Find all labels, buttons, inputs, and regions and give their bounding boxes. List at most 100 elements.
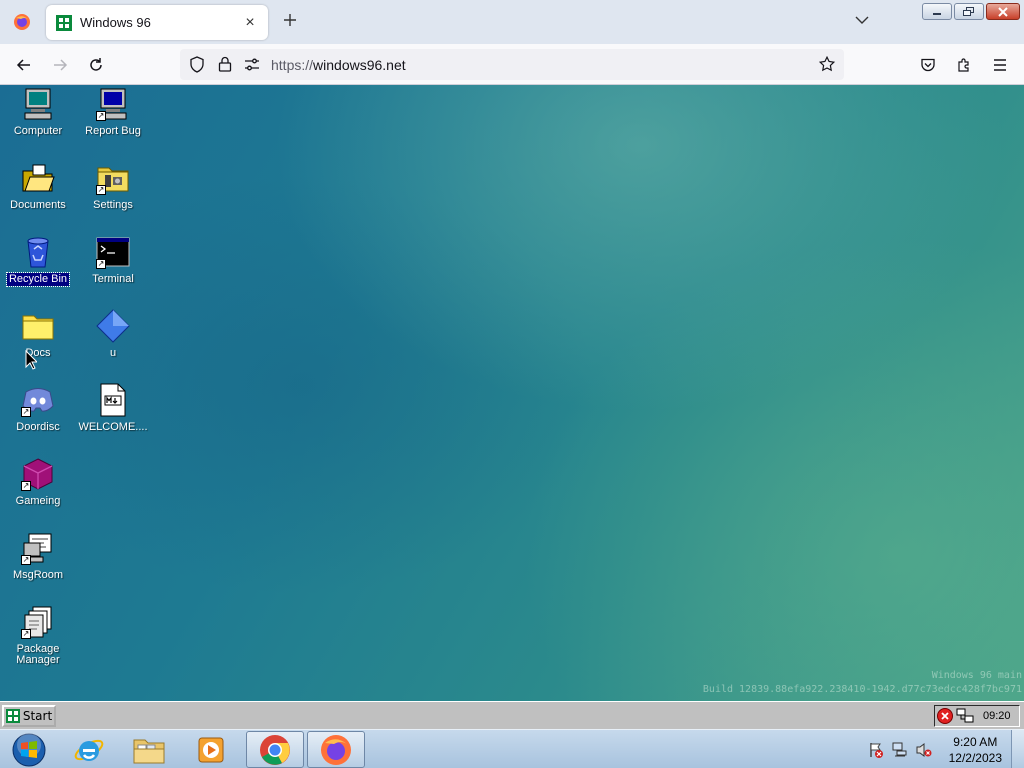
taskbar-chrome[interactable] [246, 731, 304, 768]
list-all-tabs-button[interactable] [855, 13, 873, 31]
clock-date: 12/2/2023 [948, 751, 1002, 765]
package-icon: ↗ [21, 605, 55, 639]
desktop-icon-label: Settings [93, 199, 133, 211]
restore-button[interactable] [954, 3, 984, 20]
desktop-icon-package-manager[interactable]: ↗ Package Manager [1, 605, 75, 667]
folder-icon [21, 309, 55, 343]
arrow-left-icon [16, 59, 30, 71]
reload-icon [90, 58, 102, 71]
tab-windows96[interactable]: Windows 96 × [46, 5, 268, 40]
discord-icon: ↗ [21, 383, 55, 417]
markdown-file-icon [96, 383, 130, 417]
desktop-icon-u[interactable]: u [76, 309, 150, 360]
minimize-button[interactable] [922, 3, 952, 20]
desktop-icon-welcome[interactable]: WELCOME.... [76, 383, 150, 434]
win96-taskbar: Start 09:20 [0, 701, 1024, 729]
computer-icon: ↗ [96, 87, 130, 121]
cube-icon: ↗ [21, 457, 55, 491]
build-info-line1: Windows 96 main [931, 670, 1022, 681]
desktop-icon-label: Recycle Bin [5, 272, 71, 287]
permissions-icon[interactable] [244, 58, 260, 71]
desktop-icon-label: Report Bug [85, 125, 141, 137]
recycle-bin-icon [21, 235, 55, 269]
extensions-button[interactable] [953, 54, 975, 76]
computer-icon [21, 87, 55, 121]
puzzle-icon [958, 58, 969, 72]
desktop-icon-docs[interactable]: Docs [1, 309, 75, 360]
terminal-icon: ↗ [96, 235, 130, 269]
start-label: Start [22, 709, 53, 723]
win96-desktop[interactable]: Computer Documents Recycle Bin Docs ↗ Do… [0, 85, 1024, 701]
arrow-right-icon [54, 59, 68, 71]
desktop-icon-report-bug[interactable]: ↗ Report Bug [76, 87, 150, 138]
desktop-icon-label: Gameing [15, 495, 61, 507]
start-button[interactable]: Start [2, 705, 56, 727]
windows-orb-icon [12, 732, 46, 766]
firefox-view-button[interactable] [0, 0, 44, 44]
windows96-logo-icon [5, 709, 20, 723]
close-icon[interactable]: × [242, 14, 258, 31]
pocket-button[interactable] [917, 54, 939, 76]
url-scheme: https:// [271, 57, 314, 73]
close-window-button[interactable] [986, 3, 1020, 20]
show-desktop-button[interactable] [1011, 730, 1024, 768]
desktop-icon-label: Computer [13, 125, 63, 137]
shield-icon[interactable] [189, 56, 205, 73]
forward-button[interactable] [49, 54, 71, 76]
windows7-notification-area: 9:20 AM 12/2/2023 [864, 730, 1024, 768]
desktop-icon-doordisc[interactable]: ↗ Doordisc [1, 383, 75, 434]
desktop-icon-terminal[interactable]: ↗ Terminal [76, 235, 150, 286]
error-icon[interactable] [937, 708, 953, 724]
desktop-icon-recycle-bin[interactable]: Recycle Bin [1, 235, 75, 287]
volume-muted-icon[interactable] [916, 742, 932, 758]
back-button[interactable] [13, 54, 35, 76]
file-explorer-icon [133, 739, 165, 763]
win96-clock[interactable]: 09:20 [983, 710, 1011, 722]
tab-title: Windows 96 [80, 15, 151, 30]
network-status-icon[interactable] [892, 742, 908, 758]
shortcut-arrow-icon: ↗ [21, 629, 31, 639]
plus-icon [284, 14, 296, 26]
new-tab-button[interactable] [280, 11, 300, 31]
desktop-icon-computer[interactable]: Computer [1, 87, 75, 138]
chrome-icon [260, 734, 290, 765]
taskbar-file-explorer[interactable] [120, 731, 178, 768]
desktop-icon-settings[interactable]: ↗ Settings [76, 161, 150, 212]
desktop-icon-msgroom[interactable]: ↗ MsgRoom [1, 531, 75, 582]
media-player-icon [198, 737, 224, 762]
close-icon [998, 6, 1008, 17]
window-controls [922, 3, 1020, 20]
star-icon[interactable] [819, 56, 835, 72]
win96-system-tray: 09:20 [934, 705, 1020, 727]
windows7-clock[interactable]: 9:20 AM 12/2/2023 [949, 734, 1002, 766]
restore-icon [963, 6, 974, 16]
desktop-icon-gameing[interactable]: ↗ Gameing [1, 457, 75, 508]
shortcut-arrow-icon: ↗ [96, 111, 106, 121]
browser-tab-strip: Windows 96 × [0, 0, 1024, 44]
network-icon[interactable] [956, 708, 974, 724]
desktop-icon-label: Package Manager [16, 643, 60, 666]
desktop-icon-label: Terminal [92, 273, 134, 285]
shortcut-arrow-icon: ↗ [96, 259, 106, 269]
reload-button[interactable] [85, 54, 107, 76]
desktop-icon-label: Doordisc [16, 421, 60, 433]
firefox-icon [321, 734, 351, 765]
windows-start-orb[interactable] [0, 731, 58, 768]
chat-computer-icon: ↗ [21, 531, 55, 565]
lock-icon[interactable] [218, 56, 232, 72]
taskbar-media-player[interactable] [182, 731, 240, 768]
desktop-icon-label: MsgRoom [12, 569, 64, 581]
app-menu-button[interactable] [989, 54, 1011, 76]
desktop-icon-label: WELCOME.... [78, 421, 148, 433]
address-bar[interactable]: https://windows96.net [180, 49, 844, 80]
build-info-line2: Build 12839.88efa922.238410-1942.d77c73e… [702, 684, 1022, 695]
url-text[interactable]: https://windows96.net [271, 57, 406, 73]
taskbar-internet-explorer[interactable] [60, 731, 118, 768]
action-center-flag-icon[interactable] [868, 742, 884, 758]
desktop-icon-label: u [109, 347, 117, 359]
chevron-down-icon [855, 16, 869, 24]
shortcut-arrow-icon: ↗ [21, 407, 31, 417]
windows7-taskbar: 9:20 AM 12/2/2023 [0, 729, 1024, 768]
taskbar-firefox[interactable] [307, 731, 365, 768]
desktop-icon-documents[interactable]: Documents [1, 161, 75, 212]
